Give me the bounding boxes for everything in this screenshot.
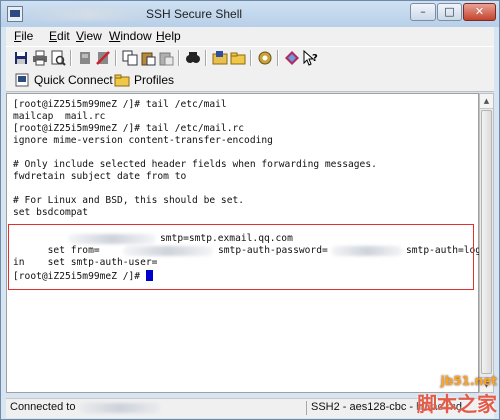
window-title: SSH Secure Shell — [146, 7, 243, 21]
save-icon[interactable] — [13, 50, 29, 66]
menu-bar: File Edit View Window Help — [6, 27, 494, 46]
menu-file[interactable]: File — [14, 29, 33, 43]
watermark-site: jb51.net — [440, 374, 497, 388]
terminal-line: fwdretain subject date from to — [13, 171, 187, 182]
toolbar-separator — [115, 50, 117, 66]
toolbar-separator — [178, 50, 180, 66]
svg-text:?: ? — [312, 53, 318, 64]
watermark: jb51.net 脚本之家 — [417, 374, 497, 417]
connect-icon[interactable] — [77, 50, 93, 66]
new-folder-icon[interactable] — [230, 50, 246, 66]
close-button[interactable]: ✕ — [463, 3, 496, 21]
minimize-button[interactable]: – — [410, 3, 436, 21]
status-divider — [306, 401, 307, 415]
copy-icon[interactable] — [122, 50, 138, 66]
print-preview-icon[interactable] — [50, 50, 66, 66]
watermark-brand: 脚本之家 — [417, 392, 497, 416]
scroll-thumb[interactable] — [481, 110, 492, 374]
print-icon[interactable] — [32, 50, 48, 66]
quick-connect-bar: Quick Connect Profiles — [6, 69, 494, 92]
terminal-line: # Only include selected header fields wh… — [13, 159, 377, 170]
find-icon[interactable] — [185, 50, 201, 66]
paste-special-icon[interactable] — [158, 50, 174, 66]
menu-help[interactable]: Help — [156, 29, 181, 43]
toolbar-separator — [205, 50, 207, 66]
menu-view[interactable]: View — [76, 29, 102, 43]
highlight-annotation — [8, 224, 474, 290]
ssh-client-window: SSH Secure Shell – □ ✕ File Edit View Wi… — [0, 0, 500, 420]
terminal-line: set bsdcompat — [13, 207, 89, 218]
menu-window[interactable]: Window — [109, 29, 152, 43]
settings-icon[interactable] — [257, 50, 273, 66]
paste-icon[interactable] — [140, 50, 156, 66]
terminal-line: ignore mime-version content-transfer-enc… — [13, 135, 273, 146]
terminal-line: [root@iZ25i5m99meZ /]# tail /etc/mail.rc — [13, 123, 245, 134]
terminal-output[interactable]: [root@iZ25i5m99meZ /]# tail /etc/mail ma… — [6, 93, 481, 393]
toolbar-separator — [250, 50, 252, 66]
menu-edit[interactable]: Edit — [49, 29, 70, 43]
terminal-app-icon — [7, 6, 23, 22]
disconnect-icon[interactable] — [95, 50, 111, 66]
terminal-line: mailcap mail.rc — [13, 111, 106, 122]
terminal-line: # For Linux and BSD, this should be set. — [13, 195, 245, 206]
terminal-line: [root@iZ25i5m99meZ /]# tail /etc/mail — [13, 99, 227, 110]
file-transfer-icon[interactable] — [212, 50, 228, 66]
toolbar-separator — [277, 50, 279, 66]
folder-icon — [114, 74, 130, 87]
profile-icon[interactable] — [284, 50, 300, 66]
help-icon[interactable]: ? — [302, 49, 318, 66]
toolbar: ? — [6, 46, 494, 70]
toolbar-separator — [70, 50, 72, 66]
title-bar[interactable]: SSH Secure Shell – □ ✕ — [1, 1, 499, 27]
maximize-button[interactable]: □ — [437, 3, 462, 21]
title-redacted — [29, 8, 149, 20]
vertical-scrollbar[interactable]: ▲ ▼ — [479, 93, 494, 393]
redacted-host — [80, 403, 160, 413]
quick-connect-icon — [15, 73, 29, 87]
scroll-up-arrow-icon[interactable]: ▲ — [480, 94, 493, 109]
